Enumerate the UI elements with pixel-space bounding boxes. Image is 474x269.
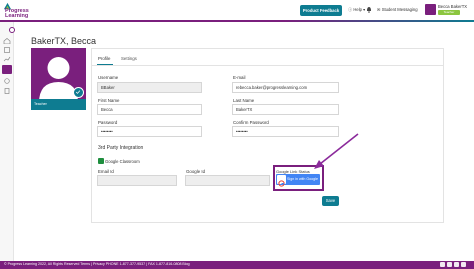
top-header: Progress Learning Product Feedback ⓘ Hel… xyxy=(0,0,474,21)
assignment-icon[interactable] xyxy=(3,47,11,53)
annotation-arrow-icon xyxy=(314,133,359,169)
password-field[interactable]: •••••••• xyxy=(97,126,202,137)
twitter-icon[interactable] xyxy=(447,262,452,267)
last-name-label: Last Name xyxy=(233,98,255,103)
google-id-label: Google Id xyxy=(186,169,206,174)
first-name-field[interactable]: Becca xyxy=(97,104,202,115)
home-icon[interactable] xyxy=(3,38,11,44)
email-id-field xyxy=(97,175,177,186)
instagram-icon[interactable] xyxy=(461,262,466,267)
header-divider xyxy=(0,20,474,22)
resources-icon[interactable] xyxy=(3,88,11,94)
logo-text-line2: Learning xyxy=(5,13,29,19)
product-feedback-button[interactable]: Product Feedback xyxy=(300,5,342,16)
student-messaging-label: Student Messaging xyxy=(381,7,418,12)
google-id-field xyxy=(185,175,270,186)
confirm-password-label: Confirm Password xyxy=(233,120,269,125)
email-id-label: Email Id xyxy=(98,169,114,174)
save-button[interactable]: Save xyxy=(322,196,339,206)
google-classroom-icon xyxy=(98,158,104,164)
facebook-icon[interactable] xyxy=(440,262,445,267)
student-messaging-link[interactable]: ✉ Student Messaging xyxy=(377,7,418,12)
email-field[interactable]: rebecca.baker@progresslearning.com xyxy=(232,82,339,93)
user-avatar[interactable] xyxy=(425,4,436,15)
help-label: Help xyxy=(353,7,362,12)
password-label: Password xyxy=(98,120,118,125)
tab-settings[interactable]: Settings xyxy=(121,56,137,61)
first-name-label: First Name xyxy=(98,98,120,103)
username-label: Username xyxy=(98,75,119,80)
page-title: BakerTX, Becca xyxy=(31,36,97,46)
last-name-field[interactable]: BakerTX xyxy=(232,104,339,115)
progress-learning-logo[interactable]: Progress Learning xyxy=(3,2,43,19)
email-label: E-mail xyxy=(233,75,246,80)
sidebar-item-active[interactable] xyxy=(2,65,12,74)
edit-photo-button[interactable] xyxy=(73,87,84,98)
checkmark-icon xyxy=(75,90,81,94)
footer-text: © Progress Learning 2022, All Rights Res… xyxy=(4,262,190,266)
sign-in-with-google-label: Sign in with Google xyxy=(287,177,318,181)
google-classroom-label: Google Classroom xyxy=(105,159,140,164)
linkedin-icon[interactable] xyxy=(454,262,459,267)
username-field: BBaker xyxy=(97,82,202,93)
classes-icon[interactable] xyxy=(3,78,11,84)
bell-icon[interactable] xyxy=(366,6,372,13)
help-menu[interactable]: ⓘ Help ▾ xyxy=(348,7,365,13)
google-logo-icon xyxy=(277,175,286,187)
user-role-badge: Teacher xyxy=(438,10,460,15)
tab-profile[interactable]: Profile xyxy=(98,56,110,61)
tab-divider xyxy=(91,65,444,66)
user-name[interactable]: Becca BakerTX xyxy=(438,4,467,9)
reports-icon[interactable] xyxy=(3,56,11,62)
integration-section-title: 3rd Party Integration xyxy=(98,145,144,151)
collapse-nav-icon[interactable] xyxy=(9,27,15,33)
profile-role-label: Teacher xyxy=(34,102,47,106)
